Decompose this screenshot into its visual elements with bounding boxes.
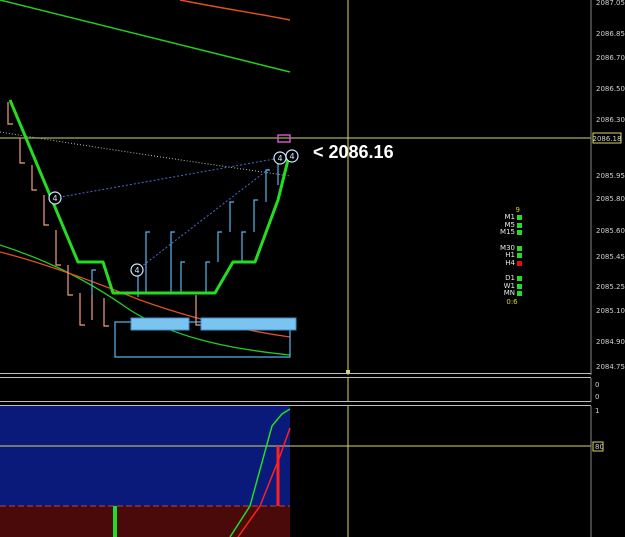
- order-connector-line-2: [136, 167, 271, 271]
- order-marker-label: 4: [289, 152, 294, 161]
- ma-red-upper: [179, 0, 291, 21]
- trend-status-square-icon: [517, 260, 522, 266]
- main-price-chart[interactable]: 444 4 2087.052086.852086.702086.502086.30…: [0, 0, 625, 375]
- price-axis-label: 2085.25: [596, 283, 625, 291]
- trend-status-square-icon: [517, 253, 522, 258]
- trend-status-square-icon: [517, 230, 522, 235]
- order-marker[interactable]: 4: [130, 263, 144, 277]
- panel1-axis-top: 0: [595, 381, 599, 389]
- trend-status-square-icon: [517, 283, 522, 289]
- osc-axis-top: 1: [595, 407, 599, 415]
- timeframe-label: H4: [505, 258, 515, 267]
- bull-candles: [91, 154, 282, 297]
- order-marker[interactable]: 4: [48, 191, 62, 205]
- order-marker-label: 4: [52, 194, 57, 203]
- price-axis-label: 2087.05: [596, 0, 625, 7]
- trend-status-square-icon: [517, 276, 522, 281]
- price-axis-label: 2085.80: [596, 195, 625, 203]
- zone-bar-right: [200, 317, 297, 331]
- ma-dotted: [0, 131, 291, 177]
- zone-bar-left: [130, 317, 190, 331]
- order-marker-label: 4: [134, 266, 139, 275]
- price-axis-label: 2086.50: [596, 85, 625, 93]
- order-marker[interactable]: 4: [285, 149, 299, 163]
- timeframe-bottom-value: 0:6: [506, 297, 518, 306]
- price-axis-label: 2086.30: [596, 116, 625, 124]
- oscillator-blue-zone: [0, 406, 290, 506]
- current-price-tag: 2086.18: [593, 135, 622, 143]
- order-marker-label: 4: [277, 154, 282, 163]
- price-axis-label: 2084.75: [596, 363, 625, 371]
- timeframe-row-m15: M15: [494, 228, 524, 237]
- price-axis-label: 2085.95: [596, 172, 625, 180]
- timeframe-row-h4: H4: [494, 258, 524, 268]
- panel-separator-1: [0, 373, 591, 374]
- current-price-label: < 2086.16: [313, 142, 394, 162]
- timeframe-row-mn: MN: [494, 289, 524, 298]
- timeframe-trend-panel: 9 M1 M5 M15 M30 H1 H4 D1 W1 MN 0:6: [494, 206, 524, 306]
- price-axis-label: 2086.85: [596, 30, 625, 38]
- price-axis-label: 2084.90: [596, 338, 625, 346]
- level-tag: 80: [595, 443, 604, 451]
- trading-chart-window: 4444 2087.05 2086.85 2086.70 2086.50 2086.30…: [0, 0, 625, 537]
- indicator-panel-1[interactable]: 0 0: [0, 378, 625, 402]
- trend-status-square-icon: [517, 215, 522, 220]
- trend-status-square-icon: [517, 245, 522, 251]
- price-axis-label: 2085.10: [596, 307, 625, 315]
- order-connector-line: [54, 157, 281, 199]
- ma-green-upper: [0, 0, 291, 73]
- trend-status-square-icon: [517, 222, 522, 228]
- price-axis-label: 2085.60: [596, 227, 625, 235]
- price-axis-label: 2085.45: [596, 253, 625, 261]
- panel1-axis-bottom: 0: [595, 393, 599, 401]
- order-markers: 444 4: [48, 149, 299, 277]
- timeframe-label: MN: [503, 289, 515, 297]
- oscillator-panel[interactable]: 1 80: [0, 406, 625, 537]
- price-axis-label: 2086.70: [596, 54, 625, 62]
- trend-status-square-icon: [517, 291, 522, 296]
- order-marker[interactable]: 4: [273, 151, 287, 165]
- price-axis[interactable]: 2087.05 2086.85 2086.70 2086.50 2086.30 2085.…: [596, 0, 625, 371]
- timeframe-label: M15: [500, 228, 515, 236]
